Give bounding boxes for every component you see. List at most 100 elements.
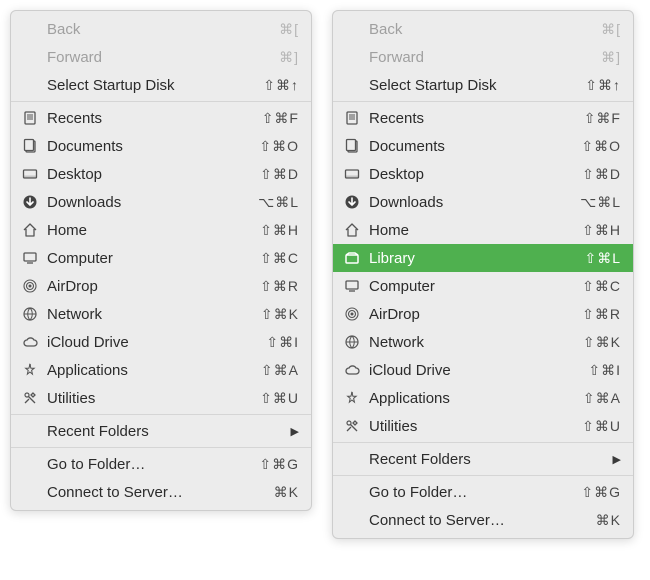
menu-item-label: Recents [369, 110, 576, 127]
menu-item-label: Library [369, 250, 576, 267]
menu-item-documents[interactable]: Documents⇧⌘O [333, 132, 633, 160]
menu-item-label: Back [369, 21, 593, 38]
menu-item-shortcut: ⇧⌘D [582, 166, 621, 183]
menu-item-shortcut: ⌥⌘L [258, 194, 299, 211]
airdrop-icon [21, 277, 39, 295]
menu-item-label: Downloads [47, 194, 250, 211]
home-icon [343, 221, 361, 239]
menu-item-label: Recent Folders [47, 423, 283, 440]
menu-item-recent-folders[interactable]: Recent Folders ▶ [11, 417, 311, 445]
menu-item-library[interactable]: Library ⇧⌘L [333, 244, 633, 272]
menu-item-network[interactable]: Network⇧⌘K [11, 300, 311, 328]
menu-item-label: Desktop [369, 166, 574, 183]
desktop-icon [21, 165, 39, 183]
menu-item-computer[interactable]: Computer⇧⌘C [333, 272, 633, 300]
menu-item-shortcut: ⇧⌘↑ [585, 77, 621, 94]
menu-item-computer[interactable]: Computer ⇧⌘C [11, 244, 311, 272]
network-icon [343, 333, 361, 351]
menu-item-label: Select Startup Disk [47, 77, 255, 94]
menu-item-startup[interactable]: Select Startup Disk ⇧⌘↑ [11, 71, 311, 99]
menu-item-shortcut: ⇧⌘U [260, 390, 299, 407]
computer-icon [21, 249, 39, 267]
desktop-icon [343, 165, 361, 183]
menu-item-desktop[interactable]: Desktop ⇧⌘D [333, 160, 633, 188]
menu-item-apps[interactable]: Applications ⇧⌘A [333, 384, 633, 412]
computer-icon [343, 277, 361, 295]
menu-item-label: iCloud Drive [369, 362, 580, 379]
menu-item-icloud[interactable]: iCloud Drive⇧⌘I [333, 356, 633, 384]
menu-item-goto[interactable]: Go to Folder…⇧⌘G [11, 450, 311, 478]
menu-item-label: Connect to Server… [47, 484, 266, 501]
menu-item-home[interactable]: Home⇧⌘H [333, 216, 633, 244]
menu-item-shortcut: ⇧⌘C [260, 250, 299, 267]
menu-item-recents[interactable]: Recents⇧⌘F [11, 104, 311, 132]
menu-item-shortcut: ⇧⌘F [584, 110, 621, 127]
menu-item-shortcut: ⇧⌘K [261, 306, 299, 323]
menu-item-shortcut: ⌘[ [601, 21, 621, 38]
menu-item-shortcut: ⇧⌘L [584, 250, 621, 267]
menu-item-airdrop[interactable]: AirDrop⇧⌘R [11, 272, 311, 300]
menu-item-shortcut: ⌘K [596, 512, 621, 529]
menu-item-label: AirDrop [369, 306, 574, 323]
menu-item-startup[interactable]: Select Startup Disk ⇧⌘↑ [333, 71, 633, 99]
menu-item-documents[interactable]: Documents⇧⌘O [11, 132, 311, 160]
menu-item-forward: Forward⌘] [333, 43, 633, 71]
menu-item-shortcut: ⌘] [601, 49, 621, 66]
downloads-icon [21, 193, 39, 211]
menu-item-shortcut: ⇧⌘O [581, 138, 621, 155]
menu-item-shortcut: ⌥⌘L [580, 194, 621, 211]
menu-item-downloads[interactable]: Downloads ⌥⌘L [333, 188, 633, 216]
utilities-icon [343, 417, 361, 435]
menu-item-shortcut: ⇧⌘↑ [263, 77, 299, 94]
menu-item-shortcut: ⇧⌘A [583, 390, 621, 407]
menu-item-shortcut: ⇧⌘A [261, 362, 299, 379]
menu-item-label: Computer [47, 250, 252, 267]
menu-divider [333, 442, 633, 443]
menu-item-shortcut: ⇧⌘G [259, 456, 299, 473]
menu-item-recents[interactable]: Recents ⇧⌘F [333, 104, 633, 132]
menu-item-label: Utilities [369, 418, 574, 435]
menu-item-shortcut: ⇧⌘D [260, 166, 299, 183]
menu-item-home[interactable]: Home⇧⌘H [11, 216, 311, 244]
menu-item-downloads[interactable]: Downloads ⌥⌘L [11, 188, 311, 216]
menu-item-shortcut: ⌘K [274, 484, 299, 501]
menu-item-label: Recent Folders [369, 451, 605, 468]
menu-item-label: Downloads [369, 194, 572, 211]
menu-item-label: AirDrop [47, 278, 252, 295]
menu-item-connect[interactable]: Connect to Server…⌘K [333, 506, 633, 534]
menu-item-shortcut: ⌘] [279, 49, 299, 66]
menu-item-label: Network [369, 334, 575, 351]
menu-item-icloud[interactable]: iCloud Drive ⇧⌘I [11, 328, 311, 356]
menu-item-label: Go to Folder… [369, 484, 573, 501]
menu-item-label: Desktop [47, 166, 252, 183]
menu-item-apps[interactable]: Applications ⇧⌘A [11, 356, 311, 384]
menu-item-shortcut: ⇧⌘O [259, 138, 299, 155]
menu-item-goto[interactable]: Go to Folder…⇧⌘G [333, 478, 633, 506]
menu-item-label: iCloud Drive [47, 334, 258, 351]
menu-divider [11, 447, 311, 448]
menu-item-utilities[interactable]: Utilities⇧⌘U [11, 384, 311, 412]
menu-item-label: Select Startup Disk [369, 77, 577, 94]
menu-item-utilities[interactable]: Utilities⇧⌘U [333, 412, 633, 440]
menu-item-connect[interactable]: Connect to Server… ⌘K [11, 478, 311, 506]
menu-item-shortcut: ⇧⌘H [260, 222, 299, 239]
menu-item-label: Home [369, 222, 574, 239]
menu-item-desktop[interactable]: Desktop ⇧⌘D [11, 160, 311, 188]
library-icon [343, 249, 361, 267]
menu-item-label: Computer [369, 278, 574, 295]
submenu-arrow-icon: ▶ [291, 425, 299, 438]
menu-item-label: Applications [47, 362, 253, 379]
applications-icon [21, 361, 39, 379]
recents-icon [21, 109, 39, 127]
menu-item-airdrop[interactable]: AirDrop⇧⌘R [333, 300, 633, 328]
menu-item-label: Forward [47, 49, 271, 66]
menu-item-shortcut: ⇧⌘I [266, 334, 299, 351]
icloud-icon [343, 361, 361, 379]
menu-item-network[interactable]: Network ⇧⌘K [333, 328, 633, 356]
menu-item-label: Applications [369, 390, 575, 407]
menu-item-shortcut: ⇧⌘F [262, 110, 299, 127]
menu-item-shortcut: ⇧⌘K [583, 334, 621, 351]
menu-item-recent-folders[interactable]: Recent Folders▶ [333, 445, 633, 473]
downloads-icon [343, 193, 361, 211]
menu-item-shortcut: ⌘[ [279, 21, 299, 38]
